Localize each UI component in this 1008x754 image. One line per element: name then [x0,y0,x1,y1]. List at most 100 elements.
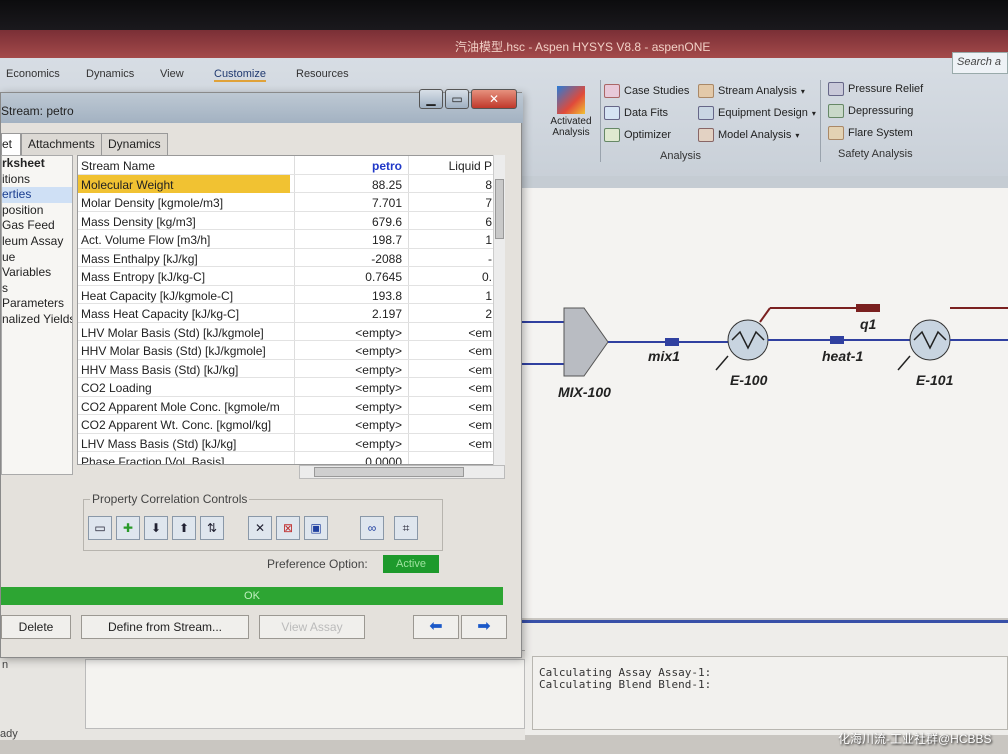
depressuring-button[interactable]: Depressuring [828,104,913,118]
e101-label[interactable]: E-101 [916,372,953,388]
nav-item-petroleum-assay[interactable]: leum Assay [2,234,72,250]
row-liquid-value[interactable]: 1 [410,233,492,247]
nav-item-cost-parameters[interactable]: Parameters [2,296,72,312]
tab-dynamics[interactable]: Dynamics [86,68,134,80]
dialog-titlebar[interactable]: Stream: petro ▁ ▭ ✕ [1,89,523,123]
move-up-icon[interactable]: ⬆ [172,516,196,540]
nav-item-user-variables[interactable]: Variables [2,265,72,281]
optimizer-button[interactable]: Optimizer [604,128,671,142]
row-value[interactable]: 7.701 [296,196,406,210]
pressure-relief-button[interactable]: Pressure Relief [828,82,923,96]
nav-item-composition[interactable]: position [2,203,72,219]
model-analysis-button[interactable]: Model Analysis ▾ [698,128,799,142]
select-icon[interactable]: ▭ [88,516,112,540]
delete-icon[interactable]: ✕ [248,516,272,540]
tab-customize[interactable]: Customize [214,68,266,82]
scrollbar-thumb[interactable] [495,179,504,239]
table-row[interactable]: Molecular Weight 88.25 8 [78,174,504,193]
table-row[interactable]: LHV Mass Basis (Std) [kJ/kg] <empty> <em [78,433,504,452]
nav-item-k-value[interactable]: ue [2,250,72,266]
mix1-label[interactable]: mix1 [648,348,680,364]
row-value[interactable]: 0.7645 [296,270,406,284]
row-liquid-value[interactable]: 6 [410,215,492,229]
row-value[interactable]: <empty> [296,418,406,432]
tab-worksheet[interactable]: et [1,133,21,155]
row-liquid-value[interactable]: 2 [410,307,492,321]
table-row[interactable]: Mass Heat Capacity [kJ/kg-C] 2.197 2 [78,304,504,323]
table-row[interactable]: Mass Density [kg/m3] 679.6 6 [78,211,504,230]
table-row[interactable]: Act. Volume Flow [m3/h] 198.7 1 [78,230,504,249]
tab-dynamics-dialog[interactable]: Dynamics [101,133,168,155]
activated-analysis-button[interactable]: Activated Analysis [546,86,596,138]
tab-economics[interactable]: Economics [6,68,60,80]
table-row[interactable]: Mass Entropy [kJ/kg-C] 0.7645 0. [78,267,504,286]
table-row[interactable]: Mass Enthalpy [kJ/kg] -2088- [78,248,504,267]
row-value[interactable]: <empty> [296,381,406,395]
define-from-stream-button[interactable]: Define from Stream... [81,615,249,639]
row-value[interactable]: 679.6 [296,215,406,229]
row-value[interactable]: 193.8 [296,289,406,303]
move-down-icon[interactable]: ⬇ [144,516,168,540]
nav-item-properties[interactable]: erties [2,187,72,203]
q1-label[interactable]: q1 [860,316,876,332]
table-row[interactable]: Heat Capacity [kJ/kgmole-C] 193.8 1 [78,285,504,304]
scrollbar-thumb[interactable] [314,467,464,477]
table-row[interactable]: Phase Fraction [Vol. Basis] 0.0000 [78,452,504,464]
row-value[interactable]: <empty> [296,437,406,451]
next-arrow-icon[interactable]: ➡ [461,615,507,639]
save-icon[interactable]: ▣ [304,516,328,540]
row-liquid-value[interactable]: <em [410,326,492,340]
row-value[interactable]: 198.7 [296,233,406,247]
e100-label[interactable]: E-100 [730,372,767,388]
row-value[interactable]: <empty> [296,344,406,358]
row-liquid-value[interactable]: <em [410,381,492,395]
row-liquid-value[interactable]: <em [410,363,492,377]
row-value[interactable]: 88.25 [296,178,406,192]
tab-attachments[interactable]: Attachments [21,133,102,155]
heat1-label[interactable]: heat-1 [822,348,863,364]
row-value[interactable]: <empty> [296,363,406,377]
row-liquid-value[interactable]: <em [410,437,492,451]
row-liquid-value[interactable]: <em [410,418,492,432]
mixer-label[interactable]: MIX-100 [558,384,611,400]
table-row[interactable]: CO2 Apparent Wt. Conc. [kgmol/kg] <empty>… [78,415,504,434]
row-liquid-value[interactable]: <em [410,344,492,358]
table-row[interactable]: CO2 Loading <empty> <em [78,378,504,397]
binoculars-icon[interactable]: ∞ [360,516,384,540]
row-value[interactable]: -2088 [296,252,406,266]
minimize-button[interactable]: ▁ [419,89,443,109]
row-liquid-value[interactable]: - [410,252,492,266]
tab-view[interactable]: View [160,68,184,80]
row-liquid-value[interactable]: 7 [410,196,492,210]
case-studies-button[interactable]: Case Studies [604,84,689,98]
row-liquid-value[interactable]: <em [410,400,492,414]
add-icon[interactable]: ✚ [116,516,140,540]
delete-button[interactable]: Delete [1,615,71,639]
table-row[interactable]: CO2 Apparent Mole Conc. [kgmole/m <empty>… [78,396,504,415]
grid-vertical-scrollbar[interactable] [493,155,505,465]
sort-icon[interactable]: ⇅ [200,516,224,540]
row-liquid-value[interactable]: 8 [410,178,492,192]
table-row[interactable]: HHV Molar Basis (Std) [kJ/kgmole] <empty>… [78,341,504,360]
row-liquid-value[interactable]: 1 [410,289,492,303]
previous-arrow-icon[interactable]: ⬅ [413,615,459,639]
preference-option-status[interactable]: Active [383,555,439,573]
row-value[interactable]: <empty> [296,326,406,340]
maximize-button[interactable]: ▭ [445,89,469,109]
grid-horizontal-scrollbar[interactable] [299,465,505,479]
row-liquid-value[interactable]: 0. [410,270,492,284]
nav-item-normalized-yields[interactable]: nalized Yields [2,312,72,328]
equipment-design-button[interactable]: Equipment Design ▾ [698,106,816,120]
plot-icon[interactable]: ⌗ [394,516,418,540]
tab-resources[interactable]: Resources [296,68,349,80]
flare-system-button[interactable]: Flare System [828,126,913,140]
data-fits-button[interactable]: Data Fits [604,106,668,120]
row-value[interactable]: 2.197 [296,307,406,321]
search-input[interactable]: Search a [952,52,1008,74]
nav-item-conditions[interactable]: itions [2,172,72,188]
row-value[interactable]: <empty> [296,400,406,414]
flowsheet-canvas[interactable]: MIX-100 mix1 E-100 heat-1 q1 E-101 [520,188,1008,618]
view-assay-button[interactable]: View Assay [259,615,365,639]
clear-icon[interactable]: ⊠ [276,516,300,540]
table-row[interactable]: Molar Density [kgmole/m3] 7.701 7 [78,193,504,212]
